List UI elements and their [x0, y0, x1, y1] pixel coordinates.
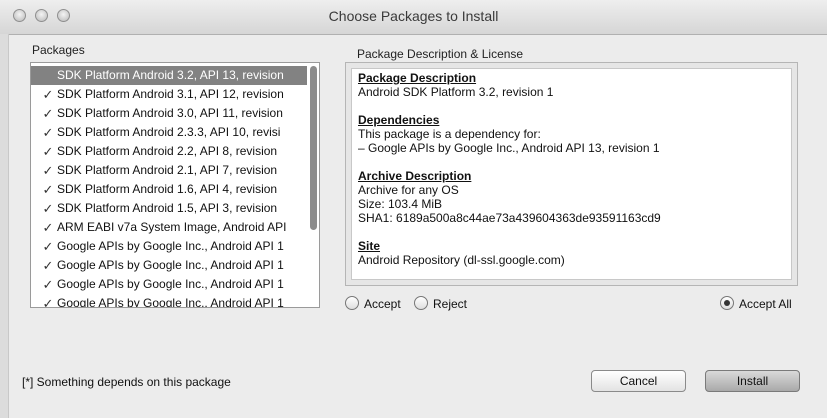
checkmark-icon: ✓ [42, 87, 54, 102]
checkmark-icon: ✓ [42, 163, 54, 178]
package-label: Google APIs by Google Inc., Android API … [57, 277, 284, 291]
description-label: Package Description & License [357, 47, 524, 61]
package-label: Google APIs by Google Inc., Android API … [57, 258, 284, 272]
package-label: SDK Platform Android 2.2, API 8, revisio… [57, 144, 278, 158]
title-bar: Choose Packages to Install [0, 0, 827, 35]
cancel-button[interactable]: Cancel [591, 370, 686, 392]
checkmark-icon: ✓ [42, 258, 54, 273]
accept-all-label: Accept All [739, 297, 792, 311]
package-row-google-apis[interactable]: ✓ Google APIs by Google Inc., Android AP… [31, 294, 307, 308]
package-label: SDK Platform Android 1.6, API 4, revisio… [57, 182, 278, 196]
window-title: Choose Packages to Install [328, 8, 499, 24]
packages-scrollbar[interactable] [310, 66, 317, 230]
checkmark-icon: ✓ [42, 277, 54, 292]
packages-list[interactable]: SDK Platform Android 3.2, API 13, revisi… [30, 62, 320, 308]
checkmark-icon: ✓ [42, 239, 54, 254]
archive-os: Archive for any OS [358, 183, 459, 197]
package-label: Google APIs by Google Inc., Android API … [57, 296, 284, 308]
package-row-platform-1-5[interactable]: ✓ SDK Platform Android 1.5, API 3, revis… [31, 199, 307, 218]
reject-radio[interactable] [414, 296, 428, 310]
package-row-platform-3-2[interactable]: SDK Platform Android 3.2, API 13, revisi… [31, 66, 307, 85]
checkmark-icon: ✓ [42, 144, 54, 159]
checkmark-icon: ✓ [42, 220, 54, 235]
package-label: SDK Platform Android 3.2, API 13, revisi… [57, 68, 284, 82]
checkmark-icon: ✓ [42, 201, 54, 216]
package-row-platform-1-6[interactable]: ✓ SDK Platform Android 1.6, API 4, revis… [31, 180, 307, 199]
package-row-platform-3-0[interactable]: ✓ SDK Platform Android 3.0, API 11, revi… [31, 104, 307, 123]
checkmark-icon: ✓ [42, 296, 54, 308]
dependencies-item: – Google APIs by Google Inc., Android AP… [358, 141, 660, 155]
package-row-google-apis[interactable]: ✓ Google APIs by Google Inc., Android AP… [31, 256, 307, 275]
archive-sha1: SHA1: 6189a500a8c44ae73a439604363de93591… [358, 211, 661, 225]
package-description-text: Android SDK Platform 3.2, revision 1 [358, 85, 554, 99]
checkmark-icon: ✓ [42, 182, 54, 197]
package-label: ARM EABI v7a System Image, Android API [57, 220, 287, 234]
package-label: SDK Platform Android 3.0, API 11, revisi… [57, 106, 283, 120]
package-row-arm-system-image[interactable]: ✓ ARM EABI v7a System Image, Android API [31, 218, 307, 237]
package-label: SDK Platform Android 2.1, API 7, revisio… [57, 163, 278, 177]
description-panel: Package Description Android SDK Platform… [351, 68, 792, 280]
site-heading: Site [358, 239, 381, 253]
package-row-platform-2-3-3[interactable]: ✓ SDK Platform Android 2.3.3, API 10, re… [31, 123, 307, 142]
package-label: SDK Platform Android 3.1, API 12, revisi… [57, 87, 284, 101]
checkmark-icon: ✓ [42, 125, 54, 140]
accept-label: Accept [364, 297, 401, 311]
package-row-google-apis[interactable]: ✓ Google APIs by Google Inc., Android AP… [31, 275, 307, 294]
archive-description-heading: Archive Description [358, 169, 472, 183]
package-row-platform-2-2[interactable]: ✓ SDK Platform Android 2.2, API 8, revis… [31, 142, 307, 161]
package-row-platform-2-1[interactable]: ✓ SDK Platform Android 2.1, API 7, revis… [31, 161, 307, 180]
checkmark-icon: ✓ [42, 106, 54, 121]
dependency-footnote: [*] Something depends on this package [22, 375, 231, 389]
package-row-platform-3-1[interactable]: ✓ SDK Platform Android 3.1, API 12, revi… [31, 85, 307, 104]
background-window-edge [0, 34, 9, 418]
description-group: Package Description Android SDK Platform… [345, 62, 798, 286]
packages-label: Packages [32, 43, 85, 57]
package-label: SDK Platform Android 2.3.3, API 10, revi… [57, 125, 281, 139]
accept-radio[interactable] [345, 296, 359, 310]
archive-size: Size: 103.4 MiB [358, 197, 443, 211]
site-text: Android Repository (dl-ssl.google.com) [358, 253, 565, 267]
dependencies-text: This package is a dependency for: [358, 127, 541, 141]
accept-all-radio[interactable] [720, 296, 734, 310]
install-button[interactable]: Install [705, 370, 800, 392]
reject-label: Reject [433, 297, 468, 311]
package-row-google-apis[interactable]: ✓ Google APIs by Google Inc., Android AP… [31, 237, 307, 256]
package-label: SDK Platform Android 1.5, API 3, revisio… [57, 201, 278, 215]
dependencies-heading: Dependencies [358, 113, 440, 127]
package-label: Google APIs by Google Inc., Android API … [57, 239, 284, 253]
package-description-heading: Package Description [358, 71, 477, 85]
